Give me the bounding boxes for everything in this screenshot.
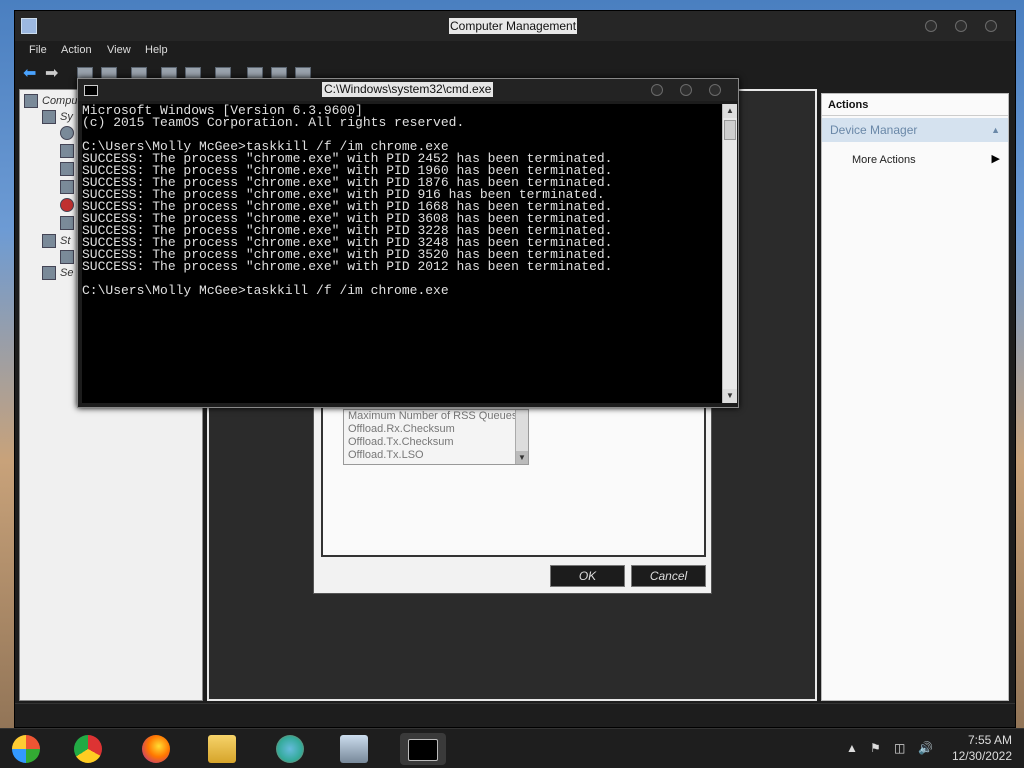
computer-management-icon[interactable] <box>336 733 370 765</box>
shared-folders-icon <box>60 162 74 176</box>
list-item[interactable]: Offload.Tx.Checksum <box>344 436 528 449</box>
tree-item-services[interactable]: Se <box>60 267 73 279</box>
scroll-up-icon[interactable]: ▲ <box>723 104 737 118</box>
tools-icon <box>42 110 56 124</box>
ok-button[interactable]: OK <box>550 565 625 587</box>
computer-management-icon <box>21 18 37 34</box>
scroll-down-icon[interactable]: ▼ <box>516 451 528 464</box>
more-actions-item[interactable]: More Actions <box>852 154 916 166</box>
chrome-icon[interactable] <box>70 733 104 765</box>
taskbar: ▲ ⚑ ◫ 🔊 7:55 AM 12/30/2022 <box>0 728 1024 768</box>
status-bar <box>15 703 1015 727</box>
cmd-minimize-button[interactable] <box>651 84 663 96</box>
tree-item-computer[interactable]: Compu <box>42 95 77 107</box>
network-users-icon[interactable] <box>272 733 306 765</box>
list-item[interactable]: Offload.Rx.Checksum <box>344 423 528 436</box>
maximize-button[interactable] <box>955 20 967 32</box>
scroll-down-icon[interactable]: ▼ <box>723 389 737 403</box>
menu-view[interactable]: View <box>107 44 131 56</box>
cm-title: Computer Management <box>449 18 578 34</box>
cmd-title-bar[interactable]: C:\Windows\system32\cmd.exe <box>78 79 738 101</box>
collapse-icon[interactable]: ▲ <box>991 125 1000 135</box>
actions-pane: Actions Device Manager ▲ More Actions ▶ <box>821 93 1009 701</box>
property-list-scrollbar[interactable]: ▼ <box>515 410 528 464</box>
flag-icon[interactable]: ⚑ <box>870 741 881 755</box>
clock-date: 12/30/2022 <box>951 749 1012 763</box>
forward-arrow-icon[interactable]: ➡ <box>45 66 58 82</box>
computer-icon <box>24 94 38 108</box>
cancel-button[interactable]: Cancel <box>631 565 706 587</box>
property-list[interactable]: Maximum Number of RSS Queues Offload.Rx.… <box>343 409 529 465</box>
menu-bar: File Action View Help <box>15 41 1015 61</box>
cmd-close-button[interactable] <box>709 84 721 96</box>
device-manager-icon <box>60 216 74 230</box>
close-button[interactable] <box>985 20 997 32</box>
cmd-window[interactable]: C:\Windows\system32\cmd.exe Microsoft Wi… <box>77 78 739 408</box>
network-icon[interactable]: ◫ <box>894 741 905 755</box>
console-text: Microsoft Windows [Version 6.3.9600] (c)… <box>82 104 613 298</box>
actions-section-label: Device Manager <box>830 123 918 137</box>
cm-title-bar[interactable]: Computer Management <box>15 11 1015 41</box>
console-output[interactable]: Microsoft Windows [Version 6.3.9600] (c)… <box>82 104 722 403</box>
cmd-icon[interactable] <box>400 733 446 765</box>
menu-help[interactable]: Help <box>145 44 168 56</box>
disk-management-icon <box>60 250 74 264</box>
show-hidden-icons[interactable]: ▲ <box>846 741 858 755</box>
cmd-maximize-button[interactable] <box>680 84 692 96</box>
minimize-button[interactable] <box>925 20 937 32</box>
performance-icon <box>60 198 74 212</box>
console-scrollbar[interactable]: ▲ ▼ <box>722 104 737 403</box>
actions-header: Actions <box>822 94 1008 116</box>
clock[interactable]: 7:55 AM 12/30/2022 <box>952 732 1012 764</box>
menu-file[interactable]: File <box>29 44 47 56</box>
windows-start-icon[interactable] <box>8 733 42 765</box>
storage-icon <box>42 234 56 248</box>
task-scheduler-icon <box>60 126 74 140</box>
services-icon <box>42 266 56 280</box>
list-item[interactable]: Maximum Number of RSS Queues <box>344 410 528 423</box>
users-groups-icon <box>60 180 74 194</box>
event-viewer-icon <box>60 144 74 158</box>
advanced-tab-panel: Maximum Number of RSS Queues Offload.Rx.… <box>321 401 706 557</box>
back-arrow-icon[interactable]: ⬅ <box>23 66 36 82</box>
actions-device-manager[interactable]: Device Manager ▲ <box>822 118 1008 142</box>
file-explorer-icon[interactable] <box>204 733 238 765</box>
scroll-thumb[interactable] <box>724 120 736 140</box>
cmd-icon <box>84 85 98 96</box>
firefox-icon[interactable] <box>138 733 172 765</box>
submenu-arrow-icon: ▶ <box>991 153 1000 165</box>
volume-icon[interactable]: 🔊 <box>918 741 933 755</box>
tree-item-system-tools[interactable]: Sy <box>60 111 73 123</box>
cmd-title: C:\Windows\system32\cmd.exe <box>322 82 494 97</box>
list-item[interactable]: Offload.Tx.LSO <box>344 449 528 462</box>
menu-action[interactable]: Action <box>61 44 92 56</box>
tree-item-storage[interactable]: St <box>60 235 70 247</box>
clock-time: 7:55 AM <box>967 733 1012 747</box>
